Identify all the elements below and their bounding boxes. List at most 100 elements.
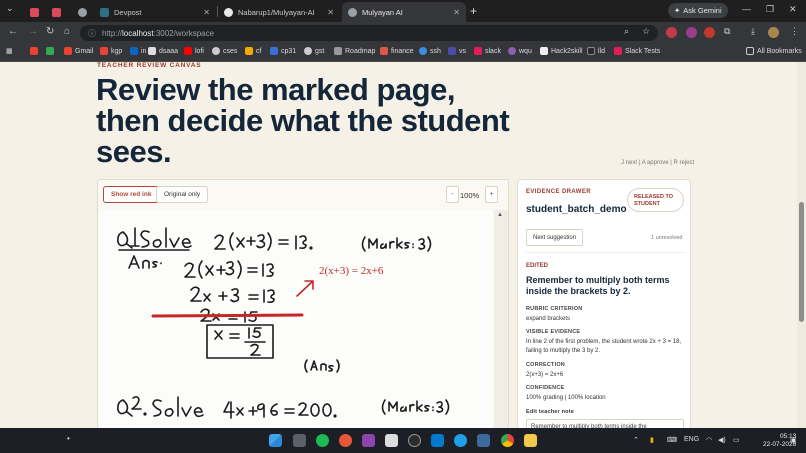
brave-icon[interactable] [339,434,352,447]
bookmark-dsaaa[interactable]: dsaaa [148,47,178,55]
download-icon[interactable]: ⤓ [751,26,755,37]
extension-icon[interactable] [666,27,677,38]
menu-icon[interactable]: ⋮ [790,26,799,37]
pinned-tab-globe[interactable] [72,2,90,22]
wifi-icon[interactable]: ◠ [706,436,712,444]
minimize-icon[interactable]: — [742,4,751,14]
close-window-icon[interactable]: ✕ [789,4,797,15]
zoom-out-button[interactable]: - [446,186,459,203]
apps-icon[interactable]: ▦ [6,47,13,55]
task-view-icon[interactable] [293,434,306,447]
extensions-puzzle-icon[interactable]: ⧉ [724,26,730,37]
tab-search-icon[interactable]: ⌄ [6,3,14,14]
site-info-icon[interactable]: ⓘ [88,28,96,39]
bookmark-roadmap[interactable]: Roadmap [334,47,375,55]
file-explorer-icon[interactable] [524,434,537,447]
bookmark-linkedin[interactable]: in [130,47,146,55]
vscode-icon[interactable] [431,434,444,447]
new-tab-button[interactable]: + [470,4,477,18]
tab-mulyayan-ai[interactable]: Mulyayan AI ✕ [342,2,466,22]
bookmark-label: Hack2skill [551,47,583,55]
forward-icon[interactable]: → [28,26,38,37]
restore-icon[interactable]: ❐ [766,4,774,15]
bookmark-slack[interactable]: slack [474,47,501,55]
keyboard-icon[interactable]: ⌨ [667,436,677,444]
back-icon[interactable]: ← [8,26,18,37]
avatar[interactable] [768,27,779,38]
teacher-note-textarea[interactable]: Remember to multiply both terms inside t… [526,419,684,428]
bookmark-lofi[interactable]: lofi [184,47,204,55]
bookmark-cses[interactable]: cses [212,47,237,55]
bookmark-cf[interactable]: cf [245,47,261,55]
folder-icon [746,47,754,55]
original-only-button[interactable]: Original only [156,186,209,203]
bookmark-slack-tests[interactable]: Slack Tests [614,47,660,55]
search-icon[interactable]: ⌕ [624,26,629,37]
bookmark-ssh[interactable]: ssh [419,47,441,55]
bookmark-label: Slack Tests [625,47,661,55]
url-host: localhost [122,28,154,38]
scroll-up-icon[interactable]: ▲ [497,212,503,218]
bookmark-wqu[interactable]: wqu [508,47,532,55]
show-hidden-icons-icon[interactable]: ⌃ [633,436,639,444]
chrome-icon[interactable] [501,434,514,447]
bookmark-lld[interactable]: lld [587,47,605,55]
bookmark-label: vs [459,47,466,55]
unresolved-count: 1 unresolved [651,235,683,241]
bookmark-hack2skill[interactable]: Hack2skill [540,47,583,55]
scanned-answer-sheet[interactable]: 2(x+3) = 2x+6 [99,210,492,428]
close-tab-icon[interactable]: ✕ [453,8,460,17]
edge-icon[interactable] [454,434,467,447]
status-badge: RELEASED TO STUDENT [627,188,684,212]
tab-devpost[interactable]: Devpost ✕ [94,2,216,22]
windows-start-icon[interactable] [269,434,282,447]
notifications-icon[interactable]: ▣ [790,436,797,444]
globe-icon [212,47,220,55]
bookmark-cp31[interactable]: cp31 [270,47,296,55]
bookmark-finance[interactable]: finance [380,47,414,55]
bookmark-kgp[interactable]: kgp [100,47,122,55]
bookmark-gst[interactable]: gst [304,47,324,55]
app-icon[interactable] [385,434,398,447]
tab-github[interactable]: Nabarup1/Mulyayan-AI ✕ [218,2,340,22]
app-tray-icon[interactable]: ▮ [650,436,654,444]
linkedin-icon [130,47,138,55]
spotify-icon[interactable] [316,434,329,447]
extension-icon[interactable] [686,27,697,38]
bookmark-star-icon[interactable]: ☆ [642,26,650,37]
extension-icon[interactable] [704,27,715,38]
chatgpt-icon[interactable] [408,434,421,447]
home-icon[interactable]: ⌂ [64,26,70,37]
pinned-tab-vivaldi-2[interactable] [46,2,64,22]
ask-gemini-button[interactable]: ✦ Ask Gemini [668,3,728,18]
scrollbar-thumb[interactable] [799,202,804,322]
app-icon[interactable] [477,434,490,447]
bookmark-vs[interactable]: vs [448,47,466,55]
codeforces-icon [245,47,253,55]
battery-icon[interactable]: ▭ [733,436,740,444]
bookmark-google-icon[interactable] [30,47,41,55]
next-suggestion-button[interactable]: Next suggestion [526,229,584,246]
show-red-ink-button[interactable]: Show red ink [103,186,160,203]
close-tab-icon[interactable]: ✕ [203,8,210,17]
bookmark-gmail[interactable]: Gmail [64,47,93,55]
tab-label: Nabarup1/Mulyayan-AI [238,7,315,17]
onenote-icon[interactable] [362,434,375,447]
volume-icon[interactable]: ◀) [718,436,726,444]
bookmark-label: All Bookmarks [757,47,802,55]
image-scrollbar[interactable]: ▲ [494,210,508,428]
language-indicator[interactable]: ENG [684,436,699,443]
page-viewport: TEACHER REVIEW CANVAS Review the marked … [0,62,797,428]
bookmark-label: wqu [519,47,532,55]
bookmark-label: slack [485,47,501,55]
zoom-in-button[interactable]: + [485,186,498,203]
globe-icon [419,47,427,55]
bookmark-maps-icon[interactable] [46,47,57,55]
page-scrollbar[interactable] [797,62,806,428]
address-bar[interactable]: ⓘ http://localhost:3002/workspace [80,25,658,41]
all-bookmarks[interactable]: All Bookmarks [746,47,802,55]
pinned-tab-vivaldi[interactable] [24,2,42,22]
widgets-icon[interactable]: • [67,434,70,443]
reload-icon[interactable]: ↻ [46,26,54,37]
close-tab-icon[interactable]: ✕ [327,8,334,17]
